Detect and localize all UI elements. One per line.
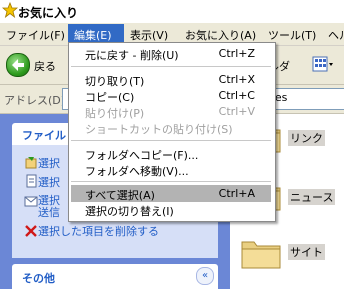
menu-item-cut[interactable]: 切り取り(T): [85, 73, 144, 89]
menu-separator: [71, 66, 271, 67]
menu-separator: [71, 140, 271, 141]
menu-item-paste-shortcut[interactable]: ショートカットの貼り付け(S): [85, 121, 233, 137]
shortcut-select-all: Ctrl+A: [218, 187, 255, 200]
menu-help[interactable]: ヘル: [328, 27, 344, 43]
shortcut-copy: Ctrl+C: [218, 89, 255, 102]
folder-label-links[interactable]: リンク: [288, 130, 325, 146]
address-label: アドレス(D): [4, 94, 66, 107]
shortcut-undo: Ctrl+Z: [218, 47, 255, 60]
task-item-3b[interactable]: 送信: [38, 204, 60, 220]
folder-label-sites[interactable]: サイト: [288, 244, 325, 260]
folder-icon[interactable]: [240, 236, 282, 270]
copy-icon: [26, 174, 37, 188]
menu-item-undo[interactable]: 元に戻す - 削除(U): [85, 47, 179, 63]
shortcut-paste: Ctrl+V: [218, 105, 255, 118]
views-button[interactable]: [312, 55, 334, 75]
menu-item-paste[interactable]: 貼り付け(P): [85, 105, 144, 121]
menu-item-copy-to-folder[interactable]: フォルダへコピー(F)...: [85, 147, 198, 163]
folder-label-news[interactable]: ニュース: [288, 189, 336, 205]
file-tasks-title: ファイル: [22, 129, 66, 142]
chevron-double-up-icon[interactable]: «: [196, 267, 214, 285]
other-places-title: その他: [22, 272, 55, 285]
delete-x-icon: [25, 225, 37, 237]
shortcut-cut: Ctrl+X: [218, 73, 255, 86]
mail-icon: [24, 196, 38, 207]
star-icon: [2, 2, 18, 18]
menu-separator: [71, 181, 271, 182]
menu-favorites[interactable]: お気に入り(A): [185, 27, 256, 43]
menu-view[interactable]: 表示(V): [130, 27, 168, 43]
menu-file[interactable]: ファイル(F): [6, 27, 65, 43]
menu-item-select-all[interactable]: すべて選択(A): [85, 187, 155, 203]
back-label[interactable]: 戻る: [34, 58, 56, 74]
menu-item-copy[interactable]: コピー(C): [85, 89, 134, 105]
menu-item-move-to-folder[interactable]: フォルダへ移動(V)...: [85, 163, 189, 179]
back-button[interactable]: [6, 53, 30, 77]
menu-edit[interactable]: 編集(E): [74, 27, 112, 43]
views-icon: [312, 56, 333, 72]
move-icon: [25, 157, 37, 169]
back-arrow-icon: [12, 59, 24, 71]
title-bar: お気に入り: [0, 0, 344, 23]
task-item-1[interactable]: 選択: [38, 155, 60, 171]
task-delete[interactable]: 選択した項目を削除する: [38, 223, 159, 239]
task-item-2[interactable]: 選択: [38, 174, 60, 190]
other-places-header[interactable]: その他: [12, 264, 218, 289]
edit-menu-dropdown: 元に戻す - 削除(U) Ctrl+Z 切り取り(T) Ctrl+X コピー(C…: [68, 42, 276, 222]
window-title: お気に入り: [18, 6, 79, 20]
menu-tools[interactable]: ツール(T): [268, 27, 316, 43]
menu-item-invert-selection[interactable]: 選択の切り替え(I): [85, 203, 174, 219]
